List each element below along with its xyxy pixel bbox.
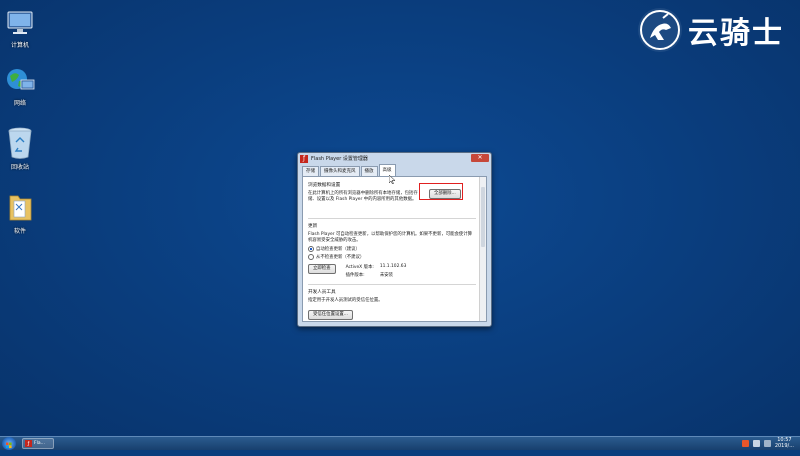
desktop: 计算机 网络 回收站 软件 云骑士 ƒ Flash Player 设置管理器 ✕… xyxy=(0,0,800,436)
desktop-icon-computer[interactable]: 计算机 xyxy=(0,8,40,49)
tab-playback[interactable]: 播放 xyxy=(360,166,378,176)
radio-button-selected[interactable] xyxy=(308,246,314,252)
radio-auto-update[interactable]: 自动检查更新（建议） xyxy=(308,246,476,252)
plugin-label: 插件版本: xyxy=(345,273,365,278)
close-icon: ✕ xyxy=(477,154,483,161)
flash-logo-icon: ƒ xyxy=(25,440,32,447)
clock-date: 2019/... xyxy=(774,442,794,449)
updates-heading: 更新 xyxy=(308,224,318,229)
radio-never-update[interactable]: 从不检查更新（不建议） xyxy=(308,254,476,260)
version-info: ActiveX 版本: 11.1.102.63 插件版本: 未安装 xyxy=(346,264,407,278)
scrollbar[interactable] xyxy=(479,177,486,321)
desktop-icon-label: 回收站 xyxy=(10,164,29,171)
developer-tools-section: 开发人员工具 指定用于开发人员测试的受信任位置。 受信任位置设置... xyxy=(308,289,476,320)
radio-label: 自动检查更新（建议） xyxy=(316,247,360,252)
browse-data-text: 在此计算机上的所有浏览器中删除所有本地存储，包括存储、设置以及 Flash Pl… xyxy=(308,191,418,202)
tray-app-icon[interactable] xyxy=(741,440,749,447)
mouse-cursor-icon xyxy=(388,169,396,188)
desktop-icon-recycle-bin[interactable]: 回收站 xyxy=(0,126,40,171)
system-tray: 10:57 2019/... xyxy=(741,437,794,449)
highlight-box xyxy=(419,183,463,200)
activex-label: ActiveX 版本: xyxy=(345,265,374,270)
updates-section: 更新 Flash Player 可自动检查更新，以帮助保护您的计算机。如果不更新… xyxy=(308,223,476,278)
window-title: Flash Player 设置管理器 xyxy=(311,156,368,162)
developer-tools-text: 指定用于开发人员测试的受信任位置。 xyxy=(308,298,383,303)
desktop-icon-label: 计算机 xyxy=(10,42,29,49)
start-button[interactable] xyxy=(2,437,16,450)
network-globe-icon xyxy=(5,66,35,96)
clock[interactable]: 10:57 2019/... xyxy=(774,437,794,449)
radio-label: 从不检查更新（不建议） xyxy=(316,255,365,260)
scrollbar-thumb[interactable] xyxy=(481,187,485,247)
desktop-icon-network[interactable]: 网络 xyxy=(0,66,40,107)
desktop-icon-label: 网络 xyxy=(13,100,26,107)
divider xyxy=(308,218,476,219)
recycle-bin-icon xyxy=(5,126,35,159)
check-now-button[interactable]: 立即检查 xyxy=(308,264,336,274)
brand-watermark: 云骑士 xyxy=(638,8,784,52)
flash-logo-icon: ƒ xyxy=(300,154,308,163)
divider xyxy=(308,284,476,285)
tab-camera-mic[interactable]: 摄像头和麦克风 xyxy=(320,166,360,176)
tray-volume-icon[interactable] xyxy=(763,440,771,447)
computer-icon xyxy=(5,8,35,38)
folder-icon xyxy=(5,190,35,221)
taskbar-item-label: Fla... xyxy=(34,441,45,446)
activex-value: 11.1.102.63 xyxy=(379,264,407,269)
desktop-icon-label: 软件 xyxy=(13,228,26,235)
desktop-icon-software[interactable]: 软件 xyxy=(0,190,40,235)
close-button[interactable]: ✕ xyxy=(471,154,489,162)
knight-logo-icon xyxy=(638,8,682,52)
updates-text: Flash Player 可自动检查更新，以帮助保护您的计算机。如果不更新，可能… xyxy=(308,232,473,243)
taskbar: ƒ Fla... 10:57 2019/... xyxy=(0,436,800,450)
tab-storage[interactable]: 存储 xyxy=(302,166,319,176)
radio-button[interactable] xyxy=(308,254,314,260)
developer-tools-heading: 开发人员工具 xyxy=(308,290,336,295)
windows-logo-icon xyxy=(6,442,12,449)
version-row: 立即检查 ActiveX 版本: 11.1.102.63 插件版本: 未安装 xyxy=(308,264,476,278)
advanced-content: 浏览数据和设置 在此计算机上的所有浏览器中删除所有本地存储，包括存储、设置以及 … xyxy=(308,182,476,320)
tray-network-icon[interactable] xyxy=(752,440,760,447)
brand-text: 云骑士 xyxy=(688,16,784,51)
trusted-location-button[interactable]: 受信任位置设置... xyxy=(308,310,353,320)
plugin-value: 未安装 xyxy=(379,273,394,278)
taskbar-item-flash[interactable]: ƒ Fla... xyxy=(22,438,54,449)
window-titlebar[interactable]: ƒ Flash Player 设置管理器 ✕ xyxy=(298,153,491,164)
